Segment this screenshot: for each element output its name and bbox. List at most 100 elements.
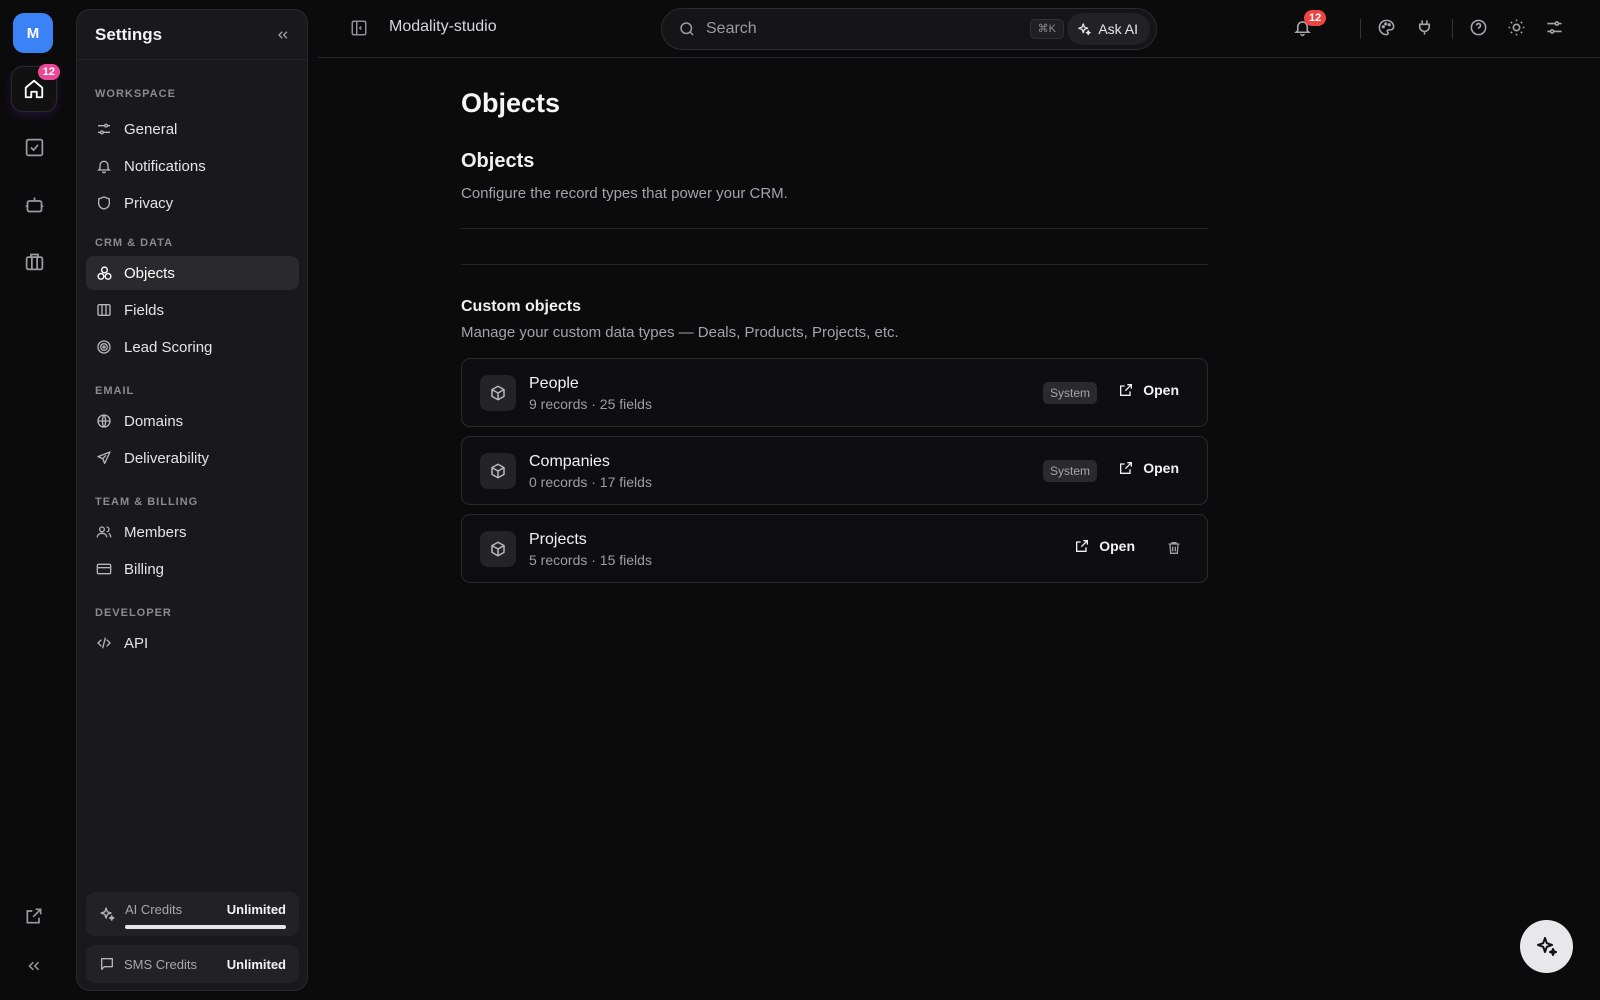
section-title: Objects <box>461 150 535 172</box>
section-workspace: WORKSPACE <box>95 88 176 100</box>
object-meta: 9 records · 25 fields <box>529 396 652 412</box>
preferences-button[interactable] <box>1545 18 1564 37</box>
box-icon <box>480 453 516 489</box>
box-icon <box>480 375 516 411</box>
robot-icon <box>24 194 45 215</box>
collapse-rail-button[interactable] <box>11 943 57 989</box>
object-name: People <box>529 375 579 392</box>
ask-ai-label: Ask AI <box>1098 21 1138 37</box>
object-card-projects[interactable]: Projects 5 records · 15 fields Open <box>461 514 1208 583</box>
settings-title: Settings <box>95 24 163 44</box>
theme-palette-button[interactable] <box>1377 18 1396 37</box>
ask-ai-button[interactable]: Ask AI <box>1067 13 1150 45</box>
tasks-button[interactable] <box>11 124 57 170</box>
sidebar-item-privacy[interactable]: Privacy <box>86 186 299 220</box>
sidebar-item-label: Privacy <box>124 194 174 212</box>
sidebar-item-notifications[interactable]: Notifications <box>86 149 299 183</box>
objects-icon <box>95 264 113 282</box>
collapse-panel-button[interactable] <box>275 27 291 43</box>
card-icon <box>95 560 113 578</box>
theme-toggle-button[interactable] <box>1507 18 1526 37</box>
sidebar-item-label: Lead Scoring <box>124 338 213 356</box>
open-button[interactable]: Open <box>1118 382 1179 398</box>
portfolio-button[interactable] <box>11 238 57 284</box>
ai-credits: AI Credits Unlimited <box>86 892 299 936</box>
sidebar-item-fields[interactable]: Fields <box>86 293 299 327</box>
divider <box>461 264 1208 265</box>
sliders-icon <box>95 120 113 138</box>
section-subtitle: Configure the record types that power yo… <box>461 185 788 202</box>
notifications-button[interactable]: 12 <box>1293 10 1327 37</box>
ai-assistant-button[interactable] <box>1520 920 1573 973</box>
send-icon <box>95 449 113 467</box>
target-icon <box>95 338 113 356</box>
divider <box>1360 19 1361 39</box>
sms-credits-value: Unlimited <box>226 956 286 972</box>
sparkles-icon <box>1077 22 1092 37</box>
open-external-button[interactable] <box>11 893 57 939</box>
open-button[interactable]: Open <box>1074 538 1135 554</box>
sidebar-item-billing[interactable]: Billing <box>86 552 299 586</box>
custom-objects-subtitle: Manage your custom data types — Deals, P… <box>461 324 899 341</box>
search-placeholder: Search <box>706 20 757 37</box>
section-developer: DEVELOPER <box>95 607 172 619</box>
agents-button[interactable] <box>11 181 57 227</box>
app-rail: M 12 <box>0 0 68 1000</box>
sidebar-item-members[interactable]: Members <box>86 515 299 549</box>
sidebar-item-label: Domains <box>124 412 184 430</box>
shield-icon <box>95 194 113 212</box>
sidebar-item-label: Objects <box>124 264 175 282</box>
external-link-icon <box>24 906 44 926</box>
home-button[interactable]: 12 <box>11 64 60 112</box>
search-icon <box>678 20 696 38</box>
search-bar[interactable]: Search ⌘K Ask AI <box>661 8 1157 50</box>
object-name: Projects <box>529 531 587 548</box>
open-button[interactable]: Open <box>1118 460 1179 476</box>
section-team-billing: TEAM & BILLING <box>95 496 199 508</box>
ai-credits-label: AI Credits <box>125 902 183 917</box>
sidebar-item-objects[interactable]: Objects <box>86 256 299 290</box>
page-title: Objects <box>461 88 561 118</box>
sidebar-item-api[interactable]: API <box>86 626 299 660</box>
sidebar-item-domains[interactable]: Domains <box>86 404 299 438</box>
briefcase-icon <box>24 251 45 272</box>
sidebar-item-label: Notifications <box>124 157 206 175</box>
object-name: Companies <box>529 453 610 470</box>
sidebar-item-label: Fields <box>124 301 165 319</box>
home-badge: 12 <box>37 64 60 80</box>
delete-button[interactable] <box>1166 540 1182 556</box>
ai-credits-track <box>125 925 286 929</box>
help-button[interactable] <box>1469 18 1488 37</box>
object-card-people[interactable]: People 9 records · 25 fields System Open <box>461 358 1208 427</box>
settings-panel: Settings WORKSPACE General Notifications… <box>76 9 308 991</box>
workspace-name[interactable]: Modality-studio <box>389 18 497 36</box>
help-icon <box>1469 18 1488 37</box>
sidebar-toggle-icon <box>350 19 368 37</box>
open-label: Open <box>1099 538 1135 554</box>
object-card-companies[interactable]: Companies 0 records · 17 fields System O… <box>461 436 1208 505</box>
divider <box>1452 19 1453 39</box>
sidebar-item-deliverability[interactable]: Deliverability <box>86 441 299 475</box>
workspace-avatar[interactable]: M <box>13 13 53 53</box>
system-badge: System <box>1042 382 1097 404</box>
ai-credits-body: AI Credits Unlimited <box>125 892 286 936</box>
code-icon <box>95 634 113 652</box>
divider <box>461 228 1208 229</box>
sidebar-item-lead-scoring[interactable]: Lead Scoring <box>86 330 299 364</box>
object-meta: 5 records · 15 fields <box>529 552 652 568</box>
search-shortcut: ⌘K <box>1029 19 1064 39</box>
open-label: Open <box>1143 460 1179 476</box>
chevrons-left-icon <box>275 27 291 43</box>
sms-credits-label: SMS Credits <box>124 956 197 972</box>
box-icon <box>480 531 516 567</box>
toggle-sidebar-button[interactable] <box>350 19 368 37</box>
chevrons-left-icon <box>25 957 43 975</box>
trash-icon <box>1166 540 1182 556</box>
sidebar-item-general[interactable]: General <box>86 112 299 146</box>
open-label: Open <box>1143 382 1179 398</box>
integrations-button[interactable] <box>1415 18 1434 37</box>
sidebar-item-label: Members <box>124 523 187 541</box>
sidebar-item-label: API <box>124 634 149 652</box>
palette-icon <box>1377 18 1396 37</box>
sliders-icon <box>1545 18 1564 37</box>
